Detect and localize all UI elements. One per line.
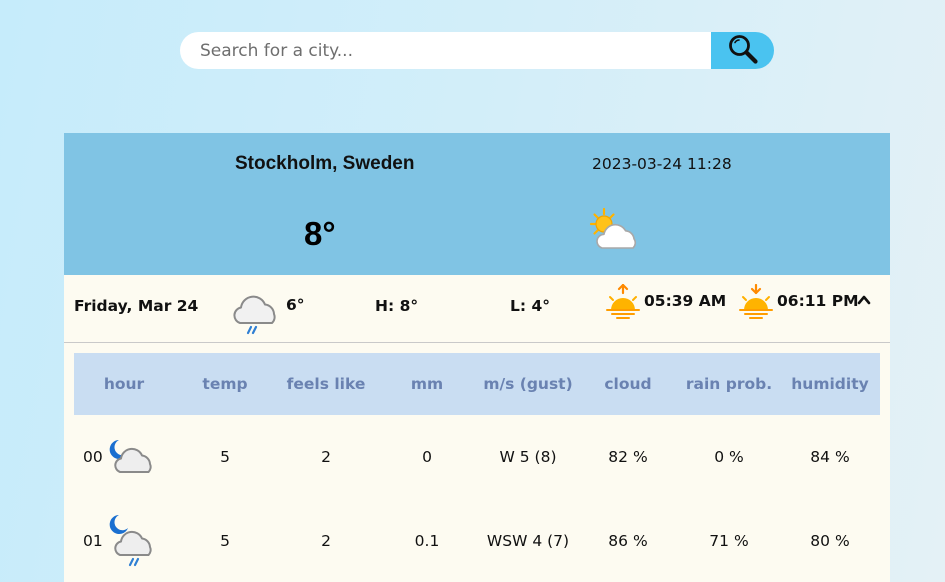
hourly-table-header: hour temp feels like mm m/s (gust) cloud… — [74, 353, 880, 415]
sunrise-icon — [606, 283, 640, 325]
column-header-temp: temp — [202, 375, 248, 393]
row-rain-prob: 71 % — [709, 532, 749, 550]
column-header-hour: hour — [103, 375, 145, 393]
current-temperature: 8° — [304, 215, 336, 252]
column-header-rain-prob: rain prob. — [685, 375, 773, 393]
row-wind: W 5 (8) — [499, 448, 557, 466]
current-weather-header: Stockholm, Sweden 2023-03-24 11:28 8° — [64, 133, 890, 275]
row-temp: 5 — [220, 532, 230, 550]
search-icon — [727, 33, 759, 68]
sunset-time: 06:11 PM — [777, 292, 859, 310]
day-temperature: 6° — [286, 296, 305, 314]
row-hour: 01 — [83, 532, 103, 550]
column-header-feels-like: feels like — [286, 375, 366, 393]
row-hour: 00 — [83, 448, 103, 466]
column-header-humidity: humidity — [791, 375, 869, 393]
column-header-mm: mm — [410, 375, 444, 393]
column-header-wind: m/s (gust) — [483, 375, 573, 393]
row-cloud: 86 % — [608, 532, 648, 550]
search-button[interactable] — [711, 32, 774, 69]
chevron-up-icon[interactable] — [857, 293, 871, 312]
row-humidity: 80 % — [810, 532, 850, 550]
row-feels-like: 2 — [321, 532, 331, 550]
row-rain-prob: 0 % — [714, 448, 744, 466]
search-bar — [180, 32, 774, 69]
row-feels-like: 2 — [321, 448, 331, 466]
search-input[interactable] — [180, 32, 711, 69]
moon-cloud-rain-icon — [106, 513, 160, 576]
location-title: Stockholm, Sweden — [235, 153, 415, 174]
column-header-cloud: cloud — [604, 375, 652, 393]
row-wind: WSW 4 (7) — [486, 532, 570, 550]
day-summary: Friday, Mar 24 6° H: 8° L: 4° 05:39 AM 0… — [64, 275, 890, 343]
day-label: Friday, Mar 24 — [74, 297, 199, 315]
row-temp: 5 — [220, 448, 230, 466]
table-row: 01 5 2 0.1 WSW 4 (7) 86 % 71 % 80 % — [74, 499, 880, 582]
row-precipitation: 0.1 — [414, 532, 440, 550]
row-cloud: 82 % — [608, 448, 648, 466]
weather-card: Stockholm, Sweden 2023-03-24 11:28 8° Fr… — [64, 133, 890, 582]
cloud-rain-icon — [230, 289, 280, 340]
local-datetime: 2023-03-24 11:28 — [592, 155, 732, 173]
day-high: H: 8° — [375, 297, 419, 315]
table-row: 00 5 2 0 W 5 (8) 82 % 0 % 84 % — [74, 415, 880, 499]
row-humidity: 84 % — [810, 448, 850, 466]
sunset-icon — [739, 283, 773, 325]
partly-cloudy-icon — [586, 207, 646, 258]
day-low: L: 4° — [510, 297, 551, 315]
row-precipitation: 0 — [422, 448, 432, 466]
moon-cloud-icon — [106, 438, 160, 479]
sunrise-time: 05:39 AM — [644, 292, 727, 310]
